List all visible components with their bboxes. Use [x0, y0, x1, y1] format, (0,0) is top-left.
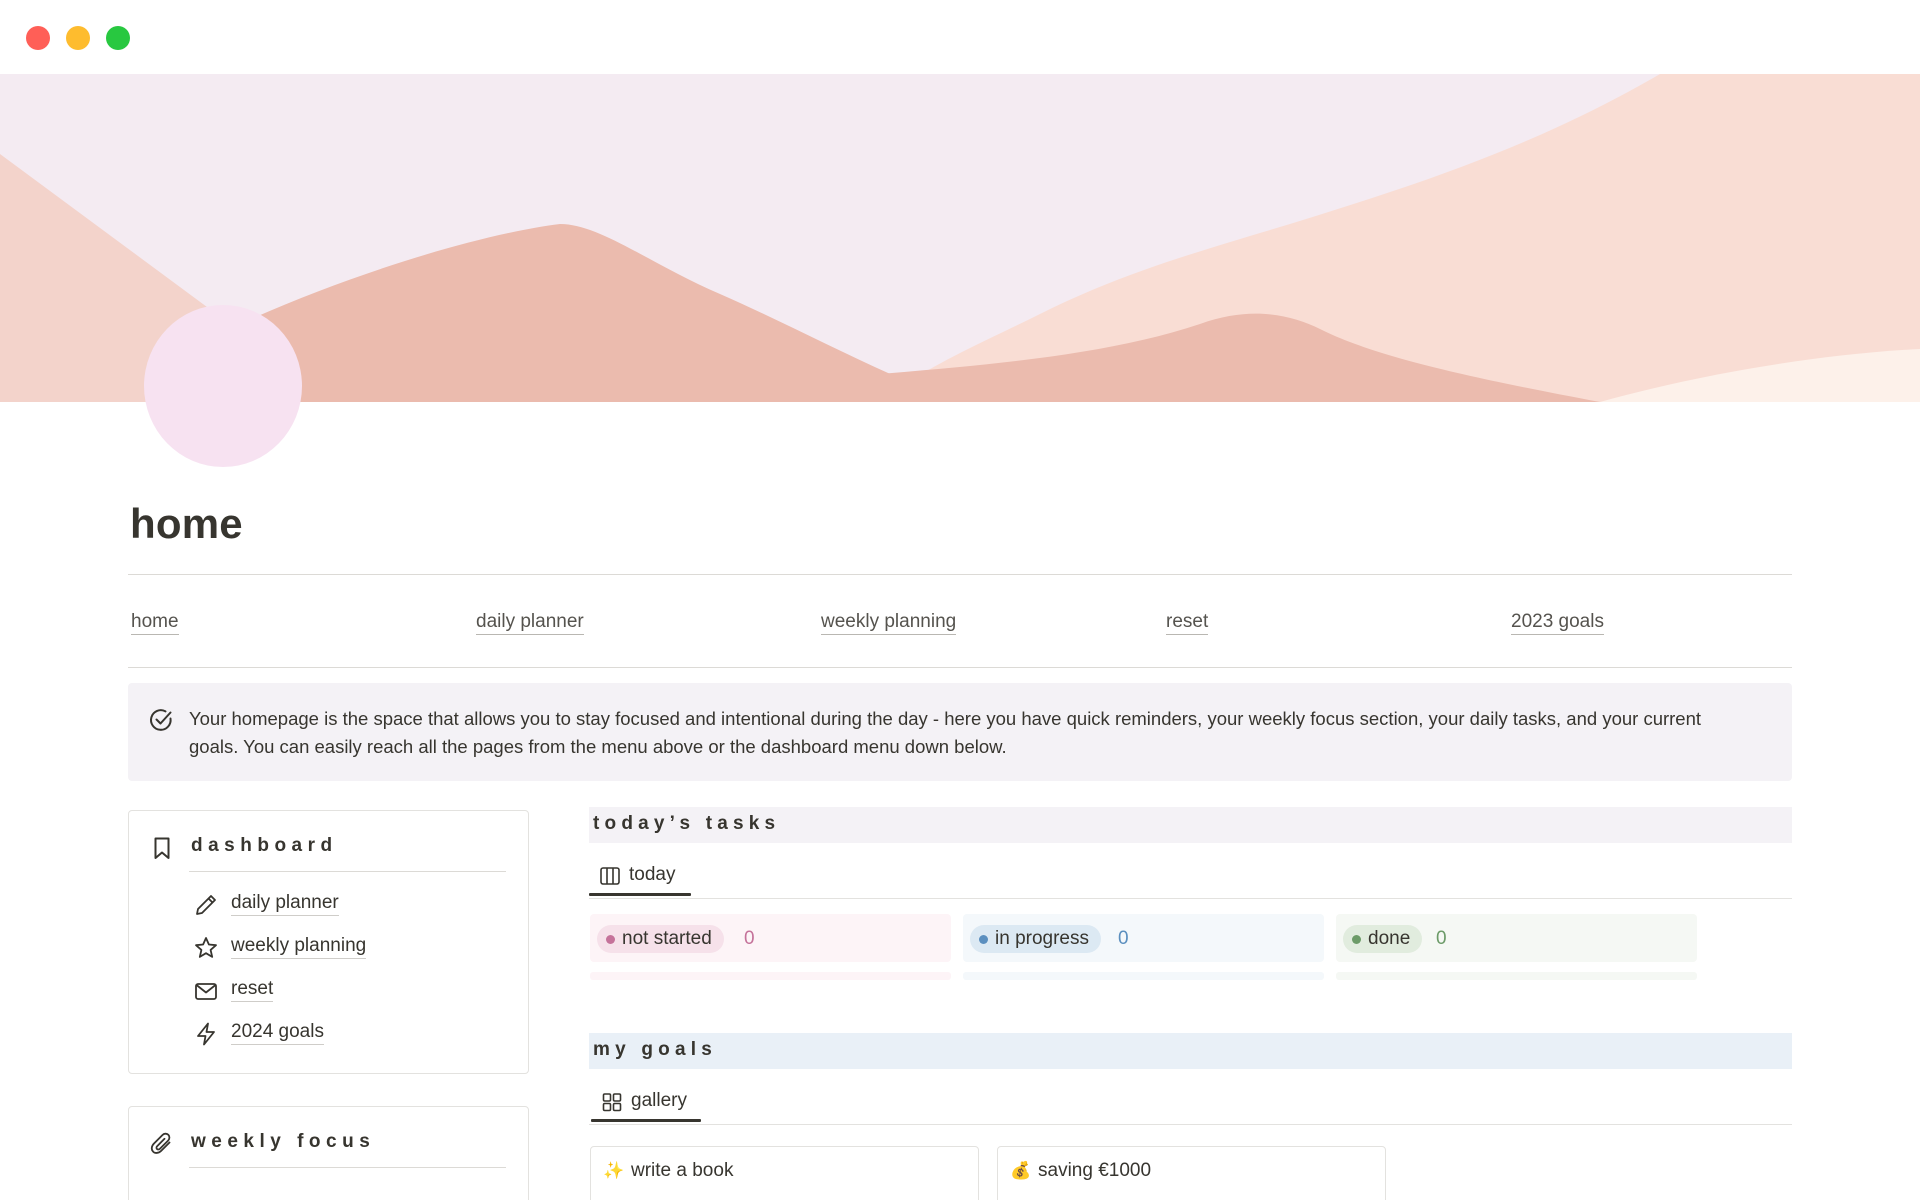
active-tab-indicator — [591, 1119, 701, 1122]
active-tab-indicator — [589, 893, 691, 896]
minimize-window-button[interactable] — [66, 26, 90, 50]
divider — [189, 871, 506, 872]
status-dot — [979, 935, 988, 944]
dashboard-item-label: weekly planning — [231, 934, 367, 959]
nav-link-weekly-planning[interactable]: weekly planning — [821, 610, 957, 635]
column-count: 0 — [1436, 928, 1447, 949]
zoom-window-button[interactable] — [106, 26, 130, 50]
column-count: 0 — [1118, 928, 1129, 949]
dashboard-item-label: daily planner — [231, 891, 339, 916]
tab-gallery[interactable]: gallery — [591, 1082, 703, 1122]
top-nav: home daily planner weekly planning reset… — [0, 610, 1920, 640]
status-label: in progress — [995, 928, 1089, 949]
divider — [589, 1124, 1792, 1125]
board-column-footer — [963, 972, 1324, 980]
board-column-footer — [590, 972, 951, 980]
tab-today[interactable]: today — [589, 856, 691, 896]
tab-label: gallery — [631, 1090, 687, 1111]
close-window-button[interactable] — [26, 26, 50, 50]
nav-link-daily-planner[interactable]: daily planner — [476, 610, 584, 635]
board-column-done[interactable]: done 0 — [1336, 914, 1697, 962]
divider — [589, 898, 1792, 899]
nav-link-home[interactable]: home — [131, 610, 179, 635]
dashboard-item-daily-planner[interactable]: daily planner — [191, 885, 491, 928]
money-bag-icon: 💰 — [1010, 1161, 1032, 1180]
lightning-icon — [193, 1021, 219, 1047]
weekly-focus-card: weekly focus — [128, 1106, 529, 1200]
todays-tasks-header: today’s tasks — [589, 807, 1792, 843]
gallery-grid-icon — [601, 1091, 623, 1113]
divider — [189, 1167, 506, 1168]
gallery-card-title: saving €1000 — [1038, 1160, 1152, 1181]
dashboard-item-label: 2024 goals — [231, 1020, 324, 1045]
board-column-footer — [1336, 972, 1697, 980]
intro-callout[interactable]: Your homepage is the space that allows y… — [128, 683, 1792, 781]
status-badge: done — [1343, 925, 1423, 953]
tab-label: today — [629, 864, 676, 885]
column-count: 0 — [744, 928, 755, 949]
dashboard-item-2024-goals[interactable]: 2024 goals — [191, 1014, 491, 1057]
my-goals-heading: my goals — [593, 1039, 717, 1060]
callout-text: Your homepage is the space that allows y… — [189, 708, 1702, 757]
my-goals-header: my goals — [589, 1033, 1792, 1069]
board-column-in-progress[interactable]: in progress 0 — [963, 914, 1324, 962]
nav-link-2023-goals[interactable]: 2023 goals — [1511, 610, 1604, 635]
sparkles-icon: ✨ — [603, 1161, 625, 1180]
todays-tasks-heading: today’s tasks — [593, 813, 781, 834]
board-columns-icon — [599, 865, 621, 887]
nav-link-reset[interactable]: reset — [1166, 610, 1209, 635]
status-dot — [606, 935, 615, 944]
divider — [128, 574, 1792, 575]
dashboard-heading: dashboard — [191, 835, 338, 856]
page-icon[interactable] — [144, 305, 302, 467]
pencil-icon — [193, 892, 219, 918]
dashboard-item-weekly-planning[interactable]: weekly planning — [191, 928, 491, 971]
check-circle-icon — [148, 707, 174, 733]
status-badge: not started — [597, 925, 724, 953]
paperclip-icon — [149, 1131, 175, 1157]
gallery-card-write-a-book[interactable]: ✨ write a book — [590, 1146, 979, 1200]
dashboard-card: dashboard daily planner weekly planning — [128, 810, 529, 1074]
divider — [128, 667, 1792, 668]
envelope-icon — [193, 978, 219, 1004]
gallery-card-title: write a book — [631, 1160, 734, 1181]
status-label: done — [1368, 928, 1411, 949]
gallery-card-saving[interactable]: 💰 saving €1000 — [997, 1146, 1386, 1200]
status-label: not started — [622, 928, 712, 949]
dashboard-item-reset[interactable]: reset — [191, 971, 491, 1014]
weekly-focus-heading: weekly focus — [191, 1131, 376, 1152]
star-icon — [193, 935, 219, 961]
status-dot — [1352, 935, 1361, 944]
status-badge: in progress — [970, 925, 1101, 953]
dashboard-menu: daily planner weekly planning reset 2024… — [191, 885, 491, 1057]
board-column-not-started[interactable]: not started 0 — [590, 914, 951, 962]
window-titlebar — [0, 0, 1920, 74]
page-title: home — [130, 500, 243, 547]
dashboard-item-label: reset — [231, 977, 274, 1002]
bookmark-icon — [149, 835, 175, 861]
